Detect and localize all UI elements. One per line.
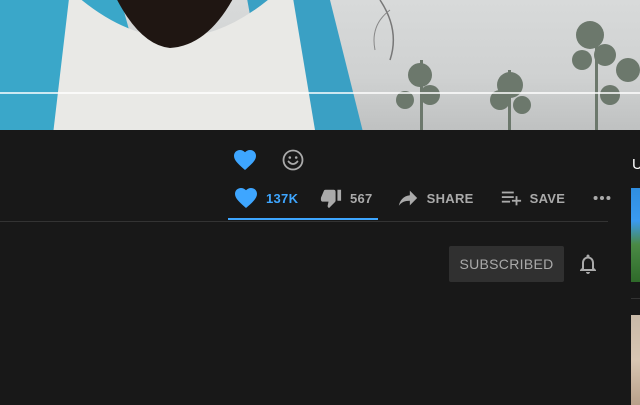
dislike-button[interactable]: 567: [320, 178, 373, 218]
video-progress-line[interactable]: [0, 92, 640, 94]
thumbs-down-icon: [320, 189, 342, 209]
video-actions: 137K 567 SHARE SAVE: [228, 178, 613, 218]
section-divider: [0, 221, 608, 222]
reaction-heart[interactable]: [232, 147, 258, 173]
more-actions-button[interactable]: [591, 178, 613, 218]
share-button[interactable]: SHARE: [397, 178, 474, 218]
save-button[interactable]: SAVE: [500, 178, 566, 218]
background-plants: [373, 0, 640, 130]
bell-icon[interactable]: [576, 252, 600, 276]
share-label: SHARE: [426, 190, 474, 206]
reaction-smiley[interactable]: [280, 147, 306, 173]
subscribed-button[interactable]: SUBSCRIBED: [449, 246, 564, 282]
heart-icon: [235, 188, 257, 208]
up-next-heading: U: [632, 156, 640, 173]
dislike-count: 567: [350, 190, 373, 206]
like-count: 137K: [266, 190, 299, 206]
save-label: SAVE: [529, 190, 566, 206]
playlist-add-icon: [501, 191, 521, 206]
smiley-icon: [282, 149, 304, 171]
heart-icon: [234, 150, 256, 170]
video-frame-image: [0, 0, 363, 130]
sidebar-divider: [631, 298, 640, 299]
reactions-row: [232, 147, 306, 173]
related-video-thumbnail[interactable]: [631, 188, 640, 282]
share-arrow-icon: [398, 190, 417, 206]
like-active-underline: [228, 218, 378, 220]
related-video-thumbnail[interactable]: [631, 315, 640, 405]
video-player[interactable]: [0, 0, 640, 130]
more-horizontal-icon: [593, 195, 611, 201]
